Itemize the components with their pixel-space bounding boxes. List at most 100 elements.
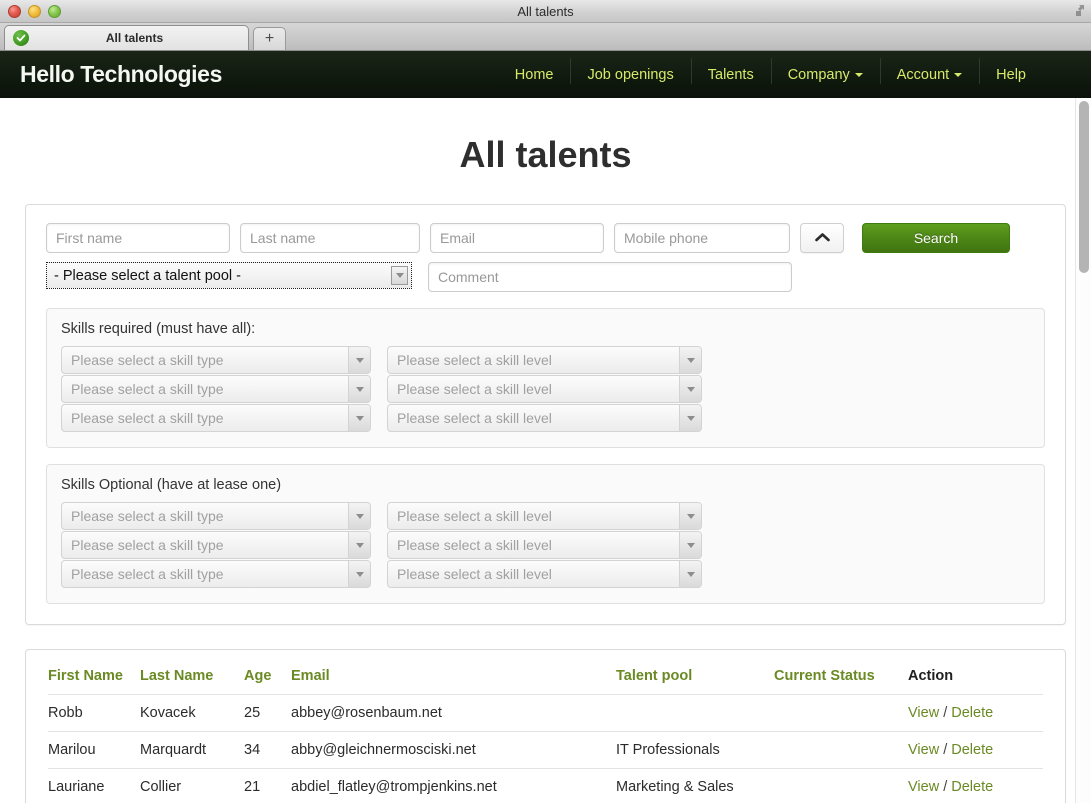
optional-skill-row: Please select a skill type Please select…	[61, 531, 1030, 559]
select-value: Please select a skill level	[397, 381, 552, 397]
nav-item-home[interactable]: Home	[498, 67, 571, 83]
chevron-down-icon[interactable]	[679, 347, 701, 373]
select-value: Please select a skill level	[397, 508, 552, 524]
chevron-down-icon[interactable]	[679, 532, 701, 558]
column-header-current-status[interactable]: Current Status	[774, 666, 908, 695]
nav-label: Home	[514, 66, 554, 83]
new-tab-button[interactable]: +	[253, 27, 286, 50]
tab-all-talents[interactable]: All talents	[4, 25, 249, 50]
select-value: Please select a skill type	[71, 508, 224, 524]
optional-skill-type-select-3[interactable]: Please select a skill type	[61, 560, 371, 588]
cell-current-status	[774, 731, 908, 769]
cell-email: abbey@rosenbaum.net	[291, 694, 616, 732]
nav-label: Company	[787, 66, 850, 83]
table-header-row: First Name Last Name Age Email Talent po…	[48, 666, 1043, 695]
optional-skill-level-select-3[interactable]: Please select a skill level	[387, 560, 702, 588]
site-logo[interactable]: Hello Technologies	[20, 61, 222, 88]
select-value: Please select a skill type	[71, 410, 224, 426]
column-header-action: Action	[908, 668, 954, 684]
caret-glyph	[355, 357, 364, 363]
minimize-button[interactable]	[28, 5, 41, 18]
first-name-input[interactable]: First name	[46, 223, 230, 253]
column-header-age[interactable]: Age	[244, 666, 291, 695]
table-row: Lauriane Collier 21 abdiel_flatley@tromp…	[48, 768, 1043, 803]
nav-item-job-openings[interactable]: Job openings	[570, 57, 690, 84]
talent-pool-select[interactable]: - Please select a talent pool -	[46, 262, 412, 289]
required-skill-type-select-3[interactable]: Please select a skill type	[61, 404, 371, 432]
column-header-last-name[interactable]: Last Name	[140, 666, 244, 695]
email-input[interactable]: Email	[430, 223, 604, 253]
cell-age: 25	[244, 694, 291, 732]
chevron-down-icon[interactable]	[679, 405, 701, 431]
view-link[interactable]: View	[908, 779, 939, 795]
optional-skill-level-select-1[interactable]: Please select a skill level	[387, 502, 702, 530]
comment-input[interactable]: Comment	[428, 262, 792, 292]
select-value: Please select a skill type	[71, 381, 224, 397]
cell-actions: View / Delete	[908, 731, 1043, 769]
nav-item-account[interactable]: Account	[879, 57, 979, 84]
nav-item-help[interactable]: Help	[979, 57, 1043, 84]
caret-glyph	[355, 513, 364, 519]
chevron-down-icon[interactable]	[391, 266, 408, 285]
chevron-down-icon[interactable]	[679, 503, 701, 529]
cell-age: 21	[244, 768, 291, 803]
column-header-email[interactable]: Email	[291, 666, 616, 695]
nav-item-company[interactable]: Company	[770, 57, 880, 84]
vertical-scrollbar[interactable]	[1075, 98, 1091, 803]
cell-actions: View / Delete	[908, 768, 1043, 803]
required-skill-level-select-1[interactable]: Please select a skill level	[387, 346, 702, 374]
cell-first-name: Lauriane	[48, 768, 140, 803]
collapse-filters-button[interactable]	[800, 223, 844, 253]
optional-skill-level-select-2[interactable]: Please select a skill level	[387, 531, 702, 559]
scrollbar-thumb[interactable]	[1079, 101, 1089, 273]
chevron-down-icon[interactable]	[348, 347, 370, 373]
cell-actions: View / Delete	[908, 694, 1043, 732]
required-skill-level-select-3[interactable]: Please select a skill level	[387, 404, 702, 432]
browser-window: All talents All talents + Hello Technolo…	[0, 0, 1091, 803]
caret-glyph	[686, 415, 695, 421]
caret-glyph	[686, 571, 695, 577]
required-skill-row: Please select a skill type Please select…	[61, 404, 1030, 432]
caret-glyph	[686, 513, 695, 519]
delete-link[interactable]: Delete	[951, 705, 993, 721]
view-link[interactable]: View	[908, 742, 939, 758]
select-value: Please select a skill level	[397, 410, 552, 426]
mobile-phone-input[interactable]: Mobile phone	[614, 223, 790, 253]
chevron-down-icon[interactable]	[348, 561, 370, 587]
table-header: First Name Last Name Age Email Talent po…	[48, 666, 1043, 695]
optional-skill-type-select-2[interactable]: Please select a skill type	[61, 531, 371, 559]
green-check-favicon	[13, 30, 29, 46]
chevron-down-icon[interactable]	[348, 532, 370, 558]
column-header-first-name[interactable]: First Name	[48, 666, 140, 695]
main-navigation: Home Job openings Talents Company Accoun…	[498, 57, 1071, 84]
nav-item-talents[interactable]: Talents	[690, 57, 771, 84]
results-panel: First Name Last Name Age Email Talent po…	[25, 649, 1066, 803]
delete-link[interactable]: Delete	[951, 742, 993, 758]
chevron-down-icon[interactable]	[348, 405, 370, 431]
select-value: Please select a skill level	[397, 537, 552, 553]
required-skill-level-select-2[interactable]: Please select a skill level	[387, 375, 702, 403]
chevron-down-icon[interactable]	[348, 503, 370, 529]
window-controls	[8, 5, 61, 18]
close-button[interactable]	[8, 5, 21, 18]
nav-label: Talents	[707, 66, 754, 83]
search-row-primary: First name Last name Email Mobile phone …	[46, 223, 1045, 253]
delete-link[interactable]: Delete	[951, 779, 993, 795]
optional-skill-type-select-1[interactable]: Please select a skill type	[61, 502, 371, 530]
chevron-down-icon[interactable]	[679, 376, 701, 402]
fullscreen-icon[interactable]	[1071, 4, 1085, 18]
chevron-down-icon[interactable]	[679, 561, 701, 587]
page-content: All talents First name Last name Email M…	[0, 98, 1091, 803]
optional-skills-group: Skills Optional (have at lease one) Plea…	[46, 464, 1045, 604]
column-header-talent-pool[interactable]: Talent pool	[616, 666, 774, 695]
zoom-button[interactable]	[48, 5, 61, 18]
last-name-input[interactable]: Last name	[240, 223, 420, 253]
chevron-down-icon[interactable]	[348, 376, 370, 402]
view-link[interactable]: View	[908, 705, 939, 721]
search-button[interactable]: Search	[862, 223, 1010, 253]
required-skill-row: Please select a skill type Please select…	[61, 346, 1030, 374]
talent-pool-selected-value: - Please select a talent pool -	[54, 267, 241, 284]
required-skill-type-select-1[interactable]: Please select a skill type	[61, 346, 371, 374]
required-skill-type-select-2[interactable]: Please select a skill type	[61, 375, 371, 403]
nav-label: Job openings	[587, 66, 674, 83]
